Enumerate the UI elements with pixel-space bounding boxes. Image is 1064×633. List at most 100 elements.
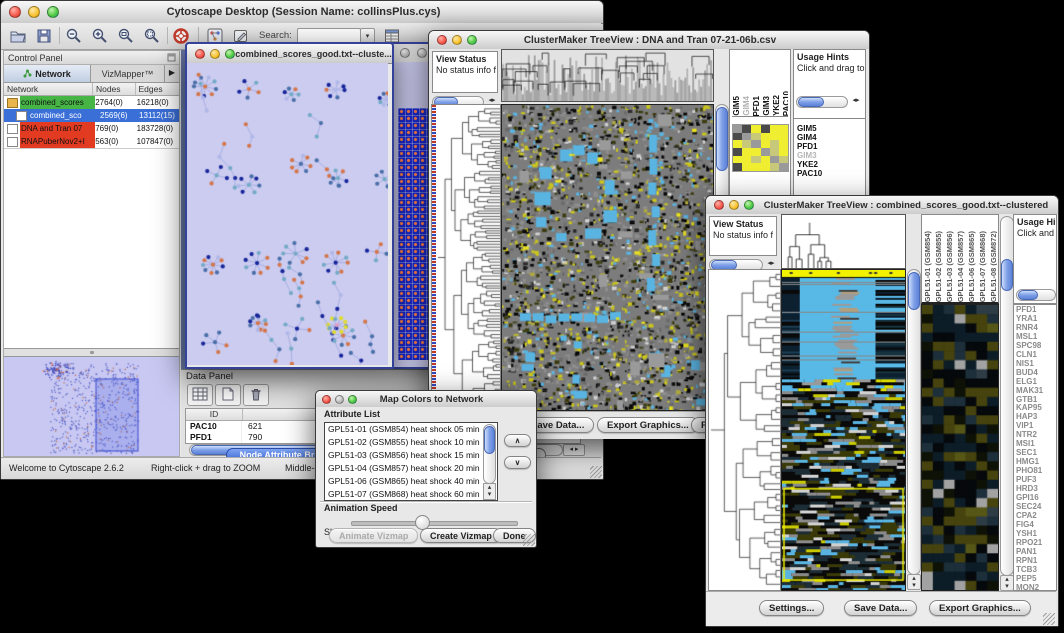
main-resize-grip[interactable] [590,466,602,478]
column-label[interactable]: PFD1 [752,96,761,116]
row-label[interactable]: PFD1 [797,142,822,151]
treeview1-gene-tree-panel[interactable] [431,104,501,411]
network-table-row[interactable]: RNAPuberNov2+I 563(0) 107847(0) [4,135,179,148]
zoom-in-icon[interactable] [91,27,109,45]
open-file-icon[interactable] [9,27,27,45]
treeview1-column-dendrogram[interactable] [501,49,714,102]
move-up-button[interactable]: ∧ [504,434,531,447]
treeview2-global-vscrollbar[interactable] [907,269,921,575]
treeview2-zoom-heatmap[interactable] [921,304,999,591]
column-label[interactable]: GPL51-08 (GSM872) [989,231,997,302]
row-label[interactable]: GIM5 [797,124,822,133]
minimize-button[interactable] [335,395,344,404]
network-tree-empty-area[interactable] [4,148,179,348]
treeview1-hints-scroll-arrows[interactable]: ◂▸ [848,96,864,106]
treeview2-export-graphics-button[interactable]: Export Graphics... [929,600,1031,616]
treeview2-column-dendrogram[interactable] [781,214,906,269]
zoom-out-icon[interactable] [65,27,83,45]
treeview1-hints-hscrollbar[interactable] [796,96,848,108]
dialog-resize-grip[interactable] [523,534,535,546]
close-button[interactable] [714,200,724,210]
zoom-fit-icon[interactable] [143,27,161,45]
row-label[interactable]: GIM4 [797,133,822,142]
attribute-list-item[interactable]: GPL51-03 (GSM856) heat shock 15 min [328,449,497,462]
save-session-icon[interactable] [35,27,53,45]
treeview2-global-heatmap[interactable] [781,269,906,591]
column-label[interactable]: GIM3 [762,96,771,116]
column-label[interactable]: GPL51-03 (GSM856) [945,231,954,302]
network-canvas[interactable] [187,63,388,365]
network-table-row[interactable]: combined_sco 2569(6) 13112(15) [4,109,179,122]
gene-label[interactable]: MON2 [1016,584,1056,591]
treeview2-global-scroll-arrows[interactable]: ▴▾ [907,574,921,590]
network-window-titlebar[interactable]: combined_scores_good.txt--cluste... [187,44,392,64]
zoom-button[interactable] [744,200,754,210]
treeview2-status-scroll-arrows[interactable]: ◂▸ [763,259,779,269]
float-panel-icon[interactable] [167,49,179,67]
zoom-button[interactable] [467,35,477,45]
network-table-row[interactable]: DNA and Tran 07 769(0) 183728(0) [4,122,179,135]
tab-overflow-arrow-icon[interactable]: ▶ [164,65,179,82]
treeview1-export-graphics-button[interactable]: Export Graphics... [597,417,699,433]
zoom-button[interactable] [225,49,235,59]
treeview2-gene-scroll-arrows[interactable]: ▴▾ [1000,575,1014,591]
dialog-titlebar[interactable]: Map Colors to Network [316,391,536,408]
attribute-list-item[interactable]: GPL51-04 (GSM857) heat shock 20 min [328,462,497,475]
tab-network[interactable]: Network [4,65,91,82]
treeview2-hints-hscrollbar[interactable] [1016,289,1056,301]
move-down-button[interactable]: ∨ [504,456,531,469]
treeview1-heatmap[interactable] [501,104,714,411]
treeview1-correlation-matrix[interactable] [732,124,789,172]
treeview2-gene-dendrogram[interactable] [709,270,780,590]
attribute-list-item[interactable]: GPL51-01 (GSM854) heat shock 05 min [328,423,497,436]
tab-vizmapper[interactable]: VizMapper™ [91,65,164,82]
treeview2-save-data-button[interactable]: Save Data... [844,600,917,616]
attribute-list-item[interactable]: GPL51-07 (GSM868) heat shock 60 min [328,488,497,501]
treeview2-titlebar[interactable]: ClusterMaker TreeView : combined_scores_… [706,196,1058,215]
network-table-row[interactable]: combined_scores 2764(0) 16218(0) [4,96,179,109]
treeview2-settings-button[interactable]: Settings... [759,600,824,616]
column-label[interactable]: GPL51-07 (GSM868) [978,231,987,302]
row-label[interactable]: YKE2 [797,160,822,169]
column-label[interactable]: GIM4 [742,96,751,116]
zoom-button[interactable] [47,6,59,18]
close-button[interactable] [437,35,447,45]
data-panel-hscroll-arrows[interactable]: ◂ ▸ [563,444,585,456]
treeview1-gene-dendrogram[interactable] [436,105,500,410]
attribute-list-vscrollbar[interactable] [483,424,496,484]
create-vizmap-button[interactable]: Create Vizmap [420,528,502,543]
splitter-handle[interactable] [4,348,179,357]
close-button[interactable] [400,48,410,58]
minimize-button[interactable] [28,6,40,18]
attribute-list-item[interactable]: GPL51-02 (GSM855) heat shock 10 min [328,436,497,449]
attribute-list-item[interactable]: GPL51-06 (GSM865) heat shock 40 min [328,475,497,488]
minimize-button[interactable] [210,49,220,59]
column-label[interactable]: YKE2 [772,95,781,116]
delete-attribute-trash-icon[interactable] [243,384,269,406]
minimize-button[interactable] [417,48,427,58]
select-attributes-icon[interactable] [187,384,213,406]
column-label[interactable]: PAC10 [782,91,788,116]
column-label[interactable]: GPL51-02 (GSM855) [934,231,943,302]
close-button[interactable] [195,49,205,59]
row-label[interactable]: PAC10 [797,169,822,178]
row-label[interactable]: GIM3 [797,151,822,160]
column-label[interactable]: GPL51-04 (GSM857) [956,231,965,302]
main-titlebar[interactable]: Cytoscape Desktop (Session Name: collins… [1,1,603,24]
treeview2-resize-grip[interactable] [1043,613,1055,625]
zoom-selected-icon[interactable] [117,27,135,45]
close-button[interactable] [9,6,21,18]
close-button[interactable] [322,395,331,404]
minimize-button[interactable] [452,35,462,45]
column-label[interactable]: GIM5 [732,96,741,116]
birdseye-overview[interactable] [4,357,179,456]
minimize-button[interactable] [729,200,739,210]
new-attribute-icon[interactable] [215,384,241,406]
attribute-list-scroll-arrows[interactable]: ▴▾ [483,483,496,500]
animate-vizmap-button[interactable]: Animate Vizmap [329,528,418,543]
treeview2-gene-tree-panel[interactable] [708,269,781,591]
zoom-button[interactable] [348,395,357,404]
animation-speed-slider-track[interactable] [351,521,518,526]
column-label[interactable]: GPL51-06 (GSM865) [967,231,976,302]
treeview2-gene-vscrollbar[interactable] [1000,216,1014,576]
